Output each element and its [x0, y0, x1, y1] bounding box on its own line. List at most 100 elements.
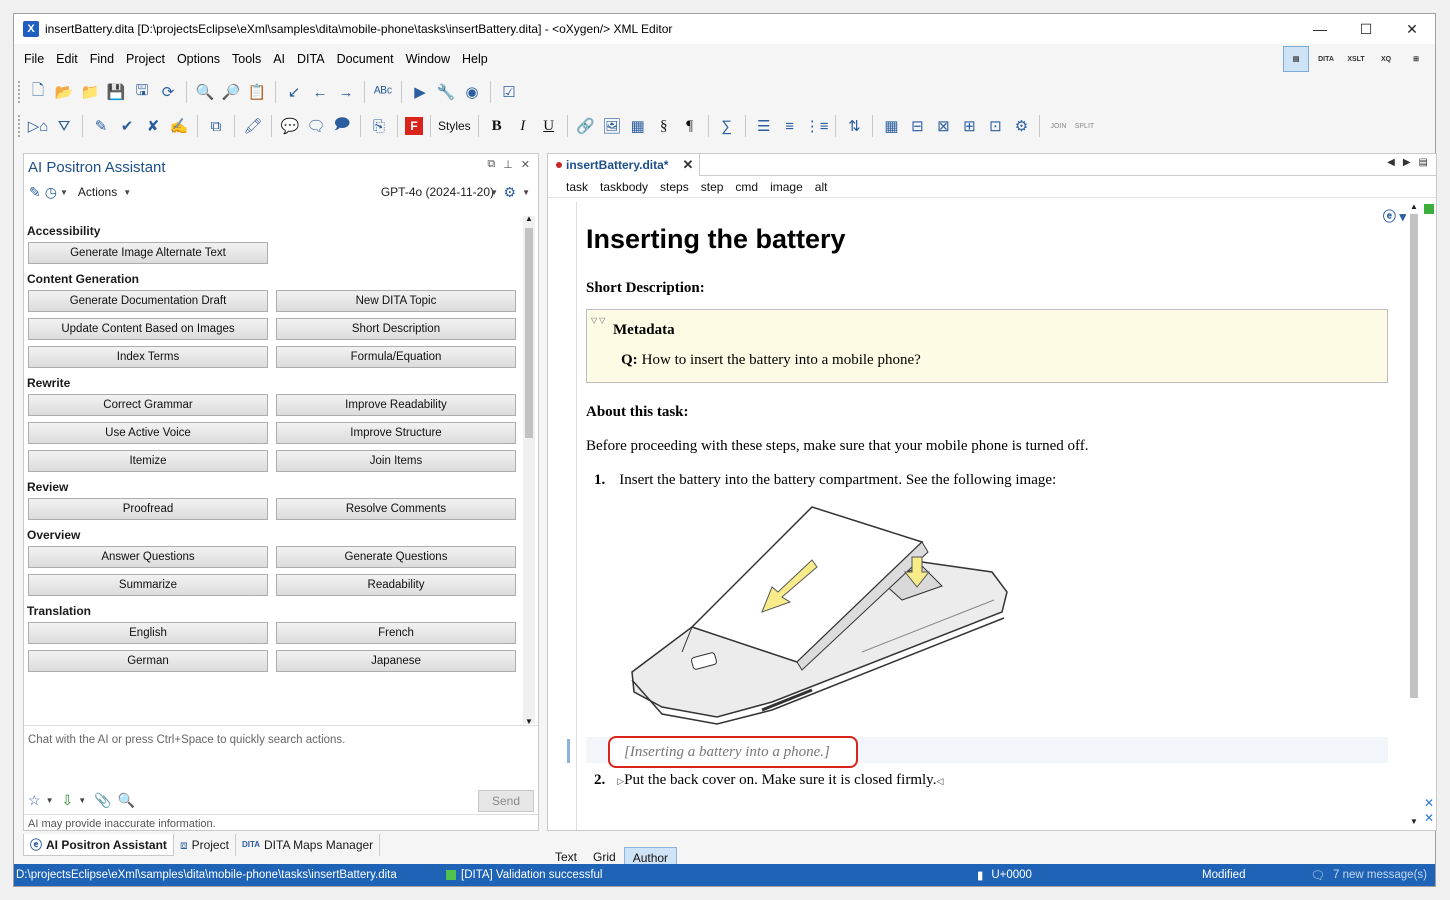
section-icon[interactable]: § — [653, 114, 675, 138]
menu-window[interactable]: Window — [400, 48, 456, 70]
author-content[interactable]: Inserting the battery Short Description:… — [576, 202, 1400, 830]
collapse-icon[interactable]: ▽ ▽ — [591, 316, 605, 325]
step-1[interactable]: 1. Insert the battery into the battery co… — [594, 472, 1056, 489]
new-chat-icon[interactable]: ✎ — [29, 184, 41, 201]
reject-change-icon[interactable]: ✘ — [142, 114, 164, 138]
menu-file[interactable]: File — [18, 48, 50, 70]
configure-transformation-icon[interactable]: 🔧 — [435, 80, 457, 104]
go-to-last-modification-icon[interactable]: ↙ — [283, 80, 305, 104]
breadcrumb-task[interactable]: task — [566, 180, 588, 194]
comment-icon[interactable]: ✍ — [168, 114, 190, 138]
ai-context-icon[interactable]: ⓔ ▾ — [1383, 206, 1406, 225]
action-generate-questions-button[interactable]: Generate Questions — [276, 546, 516, 568]
edit-review-icon[interactable]: ✎ — [90, 114, 112, 138]
reload-icon[interactable]: ⟳ — [157, 80, 179, 104]
menu-project[interactable]: Project — [120, 48, 171, 70]
filter-icon[interactable]: ⛛ — [53, 114, 75, 138]
menu-ai[interactable]: AI — [267, 48, 291, 70]
prereq-text[interactable]: Before proceeding with these steps, make… — [586, 438, 1089, 455]
tab-list-icon[interactable]: ▤ — [1419, 157, 1428, 168]
menu-tools[interactable]: Tools — [226, 48, 267, 70]
favorites-icon[interactable]: ☆ — [28, 792, 41, 809]
metadata-box[interactable]: ▽ ▽ Metadata Q: How to insert the battery… — [586, 309, 1388, 383]
maximize-button[interactable]: ☐ — [1343, 14, 1389, 44]
step-2[interactable]: 2. ▷Put the back cover on. Make sure it i… — [594, 772, 943, 789]
fonts-icon[interactable]: F — [405, 117, 423, 135]
close-panel-icon[interactable]: ✕ — [521, 158, 530, 171]
action-improve-readability-button[interactable]: Improve Readability — [276, 394, 516, 416]
actions-menu[interactable]: Actions — [78, 185, 117, 199]
edit-comment-icon[interactable]: 🗨 — [305, 114, 327, 138]
action-itemize-button[interactable]: Itemize — [28, 450, 268, 472]
underline-icon[interactable]: U — [538, 114, 560, 138]
action-generate-image-alternate-text-button[interactable]: Generate Image Alternate Text — [28, 242, 268, 264]
menu-document[interactable]: Document — [331, 48, 400, 70]
delete-row-icon[interactable]: ⊠ — [932, 114, 954, 138]
split-cell-icon[interactable]: SPLIT — [1073, 114, 1095, 138]
database-perspective-icon[interactable]: ⊞ — [1403, 46, 1429, 72]
breadcrumb-steps[interactable]: steps — [660, 180, 689, 194]
tab-dita-maps[interactable]: DITA DITA Maps Manager — [236, 834, 381, 856]
send-button[interactable]: Send — [478, 790, 534, 812]
italic-icon[interactable]: I — [512, 114, 534, 138]
save-icon[interactable]: 💾 — [105, 80, 127, 104]
image-alt-text[interactable]: [Inserting a battery into a phone.] — [608, 736, 858, 768]
equation-icon[interactable]: ∑ — [716, 114, 738, 138]
join-cells-icon[interactable]: JOIN — [1047, 114, 1069, 138]
restore-icon[interactable]: ⧉ — [487, 158, 495, 171]
action-short-description-button[interactable]: Short Description — [276, 318, 516, 340]
highlight-icon[interactable]: 🖍 — [242, 114, 264, 138]
search-icon[interactable]: 🔍 — [118, 792, 135, 809]
action-use-active-voice-button[interactable]: Use Active Voice — [28, 422, 268, 444]
insert-icon[interactable]: ⇩ — [61, 792, 73, 809]
table-icon[interactable]: ▦ — [880, 114, 902, 138]
table-properties-icon[interactable]: ⚙ — [1010, 114, 1032, 138]
menu-dita[interactable]: DITA — [291, 48, 331, 70]
unordered-list-icon[interactable]: ⋮≡ — [805, 114, 829, 138]
page-title[interactable]: Inserting the battery — [586, 224, 846, 255]
review-panel-icon[interactable]: ⎘ — [368, 114, 390, 138]
action-proofread-button[interactable]: Proofread — [28, 498, 268, 520]
breadcrumb-alt[interactable]: alt — [815, 180, 828, 194]
toolbar-grip[interactable] — [18, 81, 21, 103]
chat-input[interactable]: Chat with the AI or press Ctrl+Space to … — [24, 725, 538, 785]
paste-icon[interactable]: 📋 — [246, 80, 268, 104]
link-icon[interactable]: 🔗 — [575, 114, 597, 138]
find-icon[interactable]: 🔍 — [194, 80, 216, 104]
tab-prev-icon[interactable]: ◀ — [1387, 157, 1395, 168]
debug-icon[interactable]: ◉ — [461, 80, 483, 104]
insert-column-icon[interactable]: ⊞ — [958, 114, 980, 138]
model-selector[interactable]: GPT-4o (2024-11-20) — [381, 185, 494, 199]
image-icon[interactable]: 🖼 — [601, 114, 623, 138]
delete-column-icon[interactable]: ⊡ — [984, 114, 1006, 138]
bold-icon[interactable]: B — [486, 114, 508, 138]
action-summarize-button[interactable]: Summarize — [28, 574, 268, 596]
validation-status-icon[interactable] — [1424, 204, 1434, 214]
gear-icon[interactable]: ⚙ — [503, 184, 516, 201]
action-join-items-button[interactable]: Join Items — [276, 450, 516, 472]
ordered-list-icon[interactable]: ≡ — [779, 114, 801, 138]
action-answer-questions-button[interactable]: Answer Questions — [28, 546, 268, 568]
action-improve-structure-button[interactable]: Improve Structure — [276, 422, 516, 444]
close-button[interactable]: ✕ — [1389, 14, 1435, 44]
actions-scrollbar[interactable]: ▲ ▼ — [523, 214, 535, 726]
open-icon[interactable]: 📂 — [53, 80, 75, 104]
save-all-icon[interactable]: 🖫 — [131, 80, 153, 104]
editor-scrollbar[interactable]: ▲ ▼ — [1408, 202, 1420, 832]
breadcrumb-step[interactable]: step — [701, 180, 724, 194]
styles-dropdown[interactable]: Styles — [438, 114, 471, 138]
step-list-icon[interactable]: ☰ — [753, 114, 775, 138]
history-icon[interactable]: ◷ — [45, 184, 57, 201]
breadcrumb-image[interactable]: image — [770, 180, 803, 194]
action-new-dita-topic-button[interactable]: New DITA Topic — [276, 290, 516, 312]
dita-perspective-icon[interactable]: DITA — [1313, 46, 1339, 72]
action-resolve-comments-button[interactable]: Resolve Comments — [276, 498, 516, 520]
action-readability-button[interactable]: Readability — [276, 574, 516, 596]
toolbar-grip[interactable] — [18, 115, 21, 137]
tab-ai-positron[interactable]: ⓔ AI Positron Assistant — [23, 834, 174, 856]
open-url-icon[interactable]: 📁 — [79, 80, 101, 104]
menu-find[interactable]: Find — [84, 48, 120, 70]
action-french-button[interactable]: French — [276, 622, 516, 644]
action-index-terms-button[interactable]: Index Terms — [28, 346, 268, 368]
xquery-perspective-icon[interactable]: XQ — [1373, 46, 1399, 72]
